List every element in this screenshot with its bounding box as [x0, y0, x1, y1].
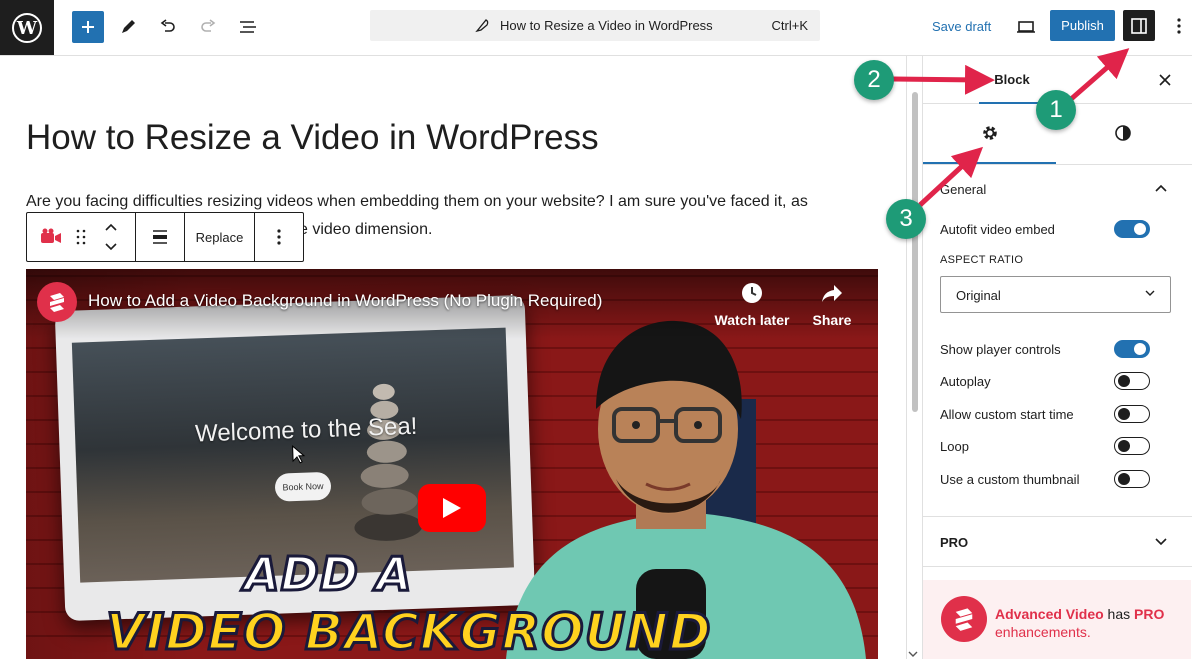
panel-divider — [923, 516, 1192, 517]
pro-promo-banner[interactable]: Advanced Video has PRO enhancements. — [923, 580, 1191, 659]
custom-start-label: Allow custom start time — [940, 407, 1074, 422]
promo-name: Advanced Video — [995, 606, 1104, 622]
promo-pro: PRO — [1134, 606, 1165, 622]
document-overview-icon[interactable] — [232, 11, 264, 43]
video-title[interactable]: How to Add a Video Background in WordPre… — [88, 291, 602, 311]
play-button-icon[interactable] — [418, 484, 486, 532]
block-inserter-button[interactable] — [72, 11, 104, 43]
replace-button[interactable]: Replace — [185, 213, 255, 261]
chevron-down-icon — [1144, 287, 1156, 302]
show-controls-row: Show player controls — [940, 338, 1176, 360]
canvas-scrollbar[interactable] — [906, 56, 923, 659]
clock-icon — [742, 283, 762, 303]
youtube-embed[interactable]: Welcome to the Sea! Book Now How to Add … — [26, 269, 878, 659]
watch-later-button[interactable]: Watch later — [712, 281, 792, 328]
tab-styles-contrast-icon[interactable] — [1056, 104, 1189, 162]
scroll-down-icon[interactable] — [906, 646, 920, 664]
aspect-ratio-select[interactable]: Original — [940, 276, 1171, 313]
block-options-kebab-icon[interactable] — [255, 213, 303, 261]
aspect-ratio-label: ASPECT RATIO — [940, 254, 1024, 266]
show-controls-toggle[interactable] — [1114, 340, 1150, 358]
chevron-up-icon[interactable] — [1151, 178, 1171, 198]
move-up-down-icon[interactable] — [103, 221, 119, 258]
canvas-scroll-thumb[interactable] — [912, 92, 918, 412]
share-arrow-icon — [822, 285, 842, 302]
save-draft-button[interactable]: Save draft — [932, 19, 991, 34]
custom-thumbnail-row: Use a custom thumbnail — [940, 468, 1176, 490]
command-shortcut: Ctrl+K — [771, 18, 808, 33]
watch-later-label: Watch later — [714, 312, 790, 328]
panel-divider — [923, 566, 1192, 567]
replace-label: Replace — [195, 229, 244, 245]
block-toolbar: Replace — [26, 212, 304, 262]
video-camera-icon[interactable] — [39, 228, 63, 251]
settings-sidebar-toggle-icon[interactable] — [1123, 10, 1155, 41]
mouse-cursor-icon — [292, 444, 307, 470]
annotation-badge-1: 1 — [1036, 90, 1076, 130]
wordpress-logo-icon[interactable]: W — [0, 0, 54, 55]
svg-text:W: W — [16, 18, 38, 39]
preview-device-icon[interactable] — [1010, 11, 1042, 43]
redo-icon[interactable] — [192, 11, 224, 43]
custom-thumbnail-toggle[interactable] — [1114, 470, 1150, 488]
autofit-toggle[interactable] — [1114, 220, 1150, 238]
share-label: Share — [812, 312, 852, 328]
loop-label: Loop — [940, 439, 969, 454]
aspect-ratio-value: Original — [956, 288, 1001, 303]
promo-has: has — [1103, 606, 1135, 622]
annotation-badge-3: 3 — [886, 199, 926, 239]
autofit-label: Autofit video embed — [940, 222, 1055, 237]
promo-rest: enhancements. — [995, 624, 1091, 640]
panel-pro-title[interactable]: PRO — [940, 535, 968, 550]
chevron-down-icon[interactable] — [1151, 532, 1171, 552]
autoplay-row: Autoplay — [940, 370, 1176, 392]
autoplay-toggle[interactable] — [1114, 372, 1150, 390]
laptop-book-now-button: Book Now — [274, 471, 332, 502]
close-icon[interactable] — [1155, 70, 1175, 90]
custom-start-row: Allow custom start time — [940, 403, 1176, 425]
command-title: How to Resize a Video in WordPress — [500, 18, 713, 33]
autoplay-label: Autoplay — [940, 374, 991, 389]
tab-block[interactable]: Block — [979, 56, 1045, 104]
annotation-badge-2: 2 — [854, 60, 894, 100]
feather-icon — [474, 17, 490, 36]
post-title[interactable]: How to Resize a Video in WordPress — [26, 118, 599, 158]
custom-thumbnail-label: Use a custom thumbnail — [940, 472, 1080, 487]
align-icon[interactable] — [136, 213, 185, 261]
editor-top-bar: W How to Resize a Video in WordPress Ctr… — [0, 0, 1192, 56]
command-palette-bar[interactable]: How to Resize a Video in WordPress Ctrl+… — [370, 10, 820, 41]
advanced-video-logo-icon — [941, 596, 987, 642]
loop-row: Loop — [940, 435, 1176, 457]
loop-toggle[interactable] — [1114, 437, 1150, 455]
thumbnail-headline-1: ADD A — [243, 546, 414, 603]
settings-sidebar: Block General Autofit video embed ASPECT… — [922, 56, 1192, 659]
panel-general-title[interactable]: General — [940, 182, 986, 197]
thumbnail-headline-2: VIDEO BACKGROUND — [105, 602, 713, 660]
options-kebab-icon[interactable] — [1170, 14, 1188, 38]
custom-start-toggle[interactable] — [1114, 405, 1150, 423]
block-switcher-group — [27, 213, 136, 261]
undo-icon[interactable] — [152, 11, 184, 43]
drag-handle-icon[interactable] — [75, 228, 87, 251]
share-button[interactable]: Share — [792, 281, 872, 328]
show-controls-label: Show player controls — [940, 342, 1061, 357]
publish-button[interactable]: Publish — [1050, 10, 1115, 41]
editor-canvas: How to Resize a Video in WordPress Are y… — [0, 56, 905, 659]
channel-logo-icon[interactable] — [37, 282, 77, 322]
laptop-screen: Welcome to the Sea! Book Now — [71, 327, 514, 583]
tools-pencil-icon[interactable] — [112, 11, 144, 43]
autofit-row: Autofit video embed — [940, 218, 1176, 240]
promo-text: Advanced Video has PRO enhancements. — [995, 605, 1185, 641]
